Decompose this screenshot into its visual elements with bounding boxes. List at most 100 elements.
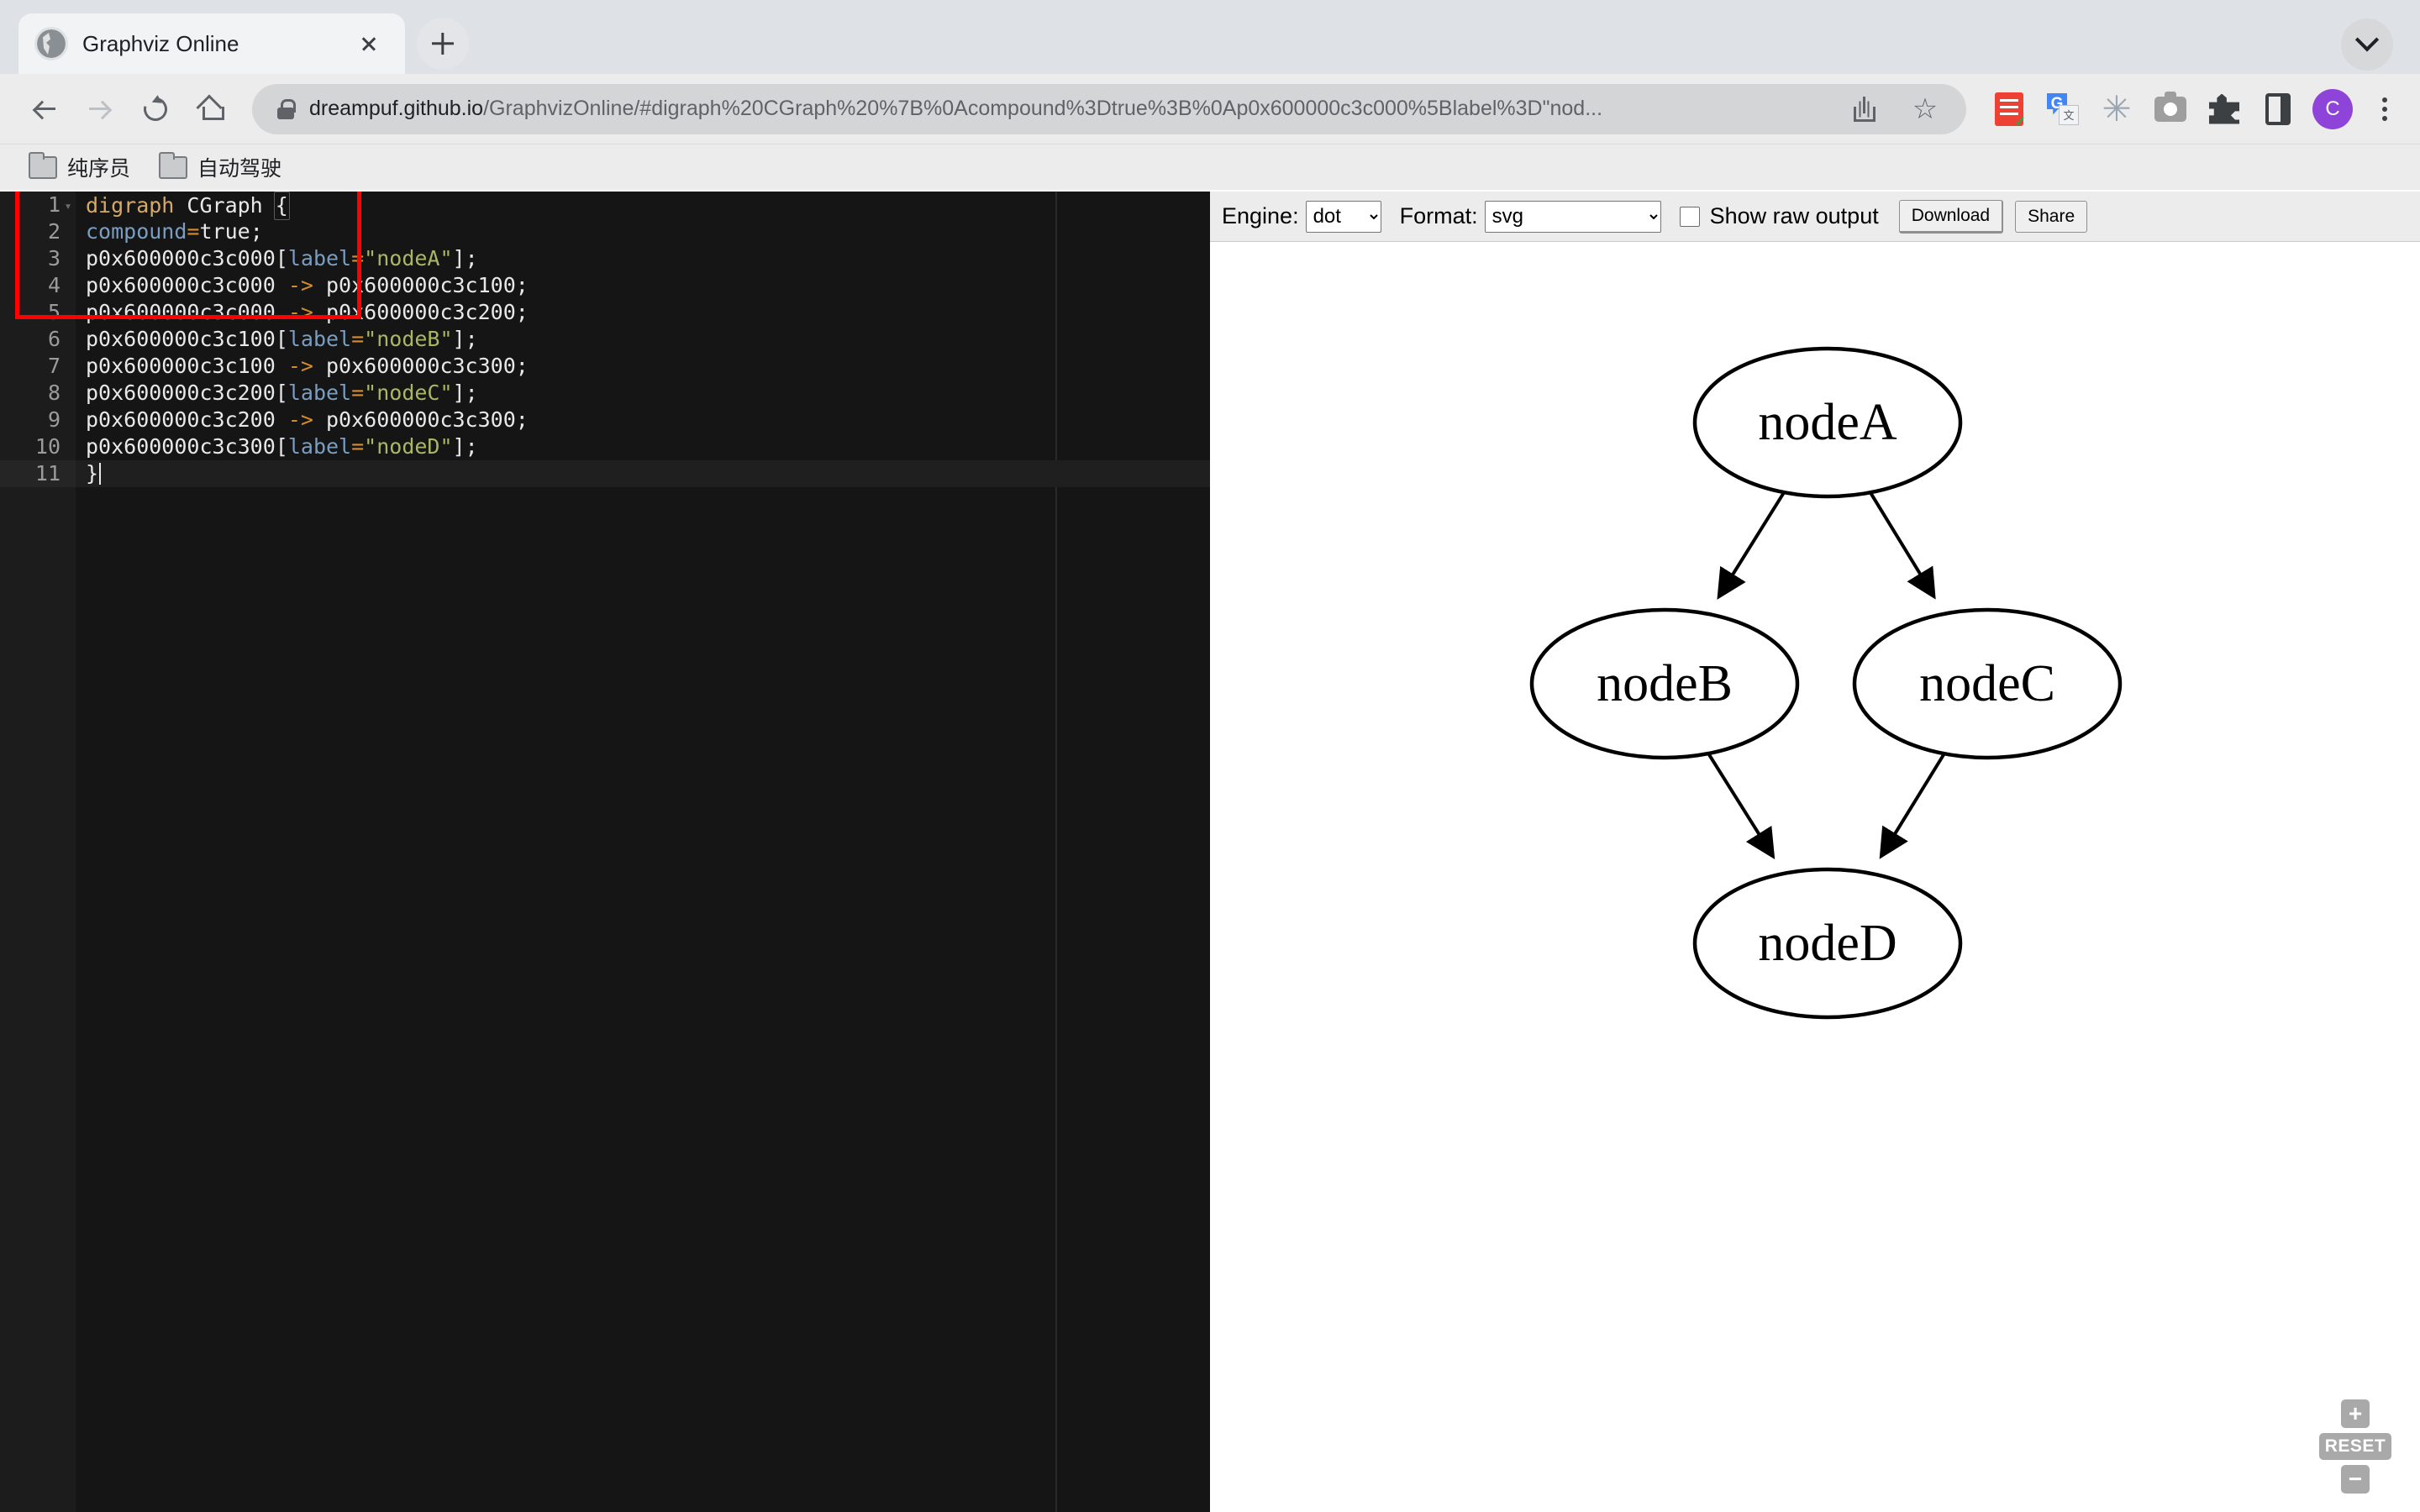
- node-label: nodeD: [1758, 915, 1897, 972]
- code-token: p0x600000c3c300;: [325, 354, 529, 378]
- browser-tab[interactable]: Graphviz Online: [18, 13, 405, 74]
- url-text: dreampuf.github.io/GraphvizOnline/#digra…: [309, 97, 1839, 121]
- code-token: p0x600000c3c200: [86, 381, 276, 405]
- code-text: p0x600000c3c200[label="nodeC"];: [76, 380, 478, 407]
- code-token: p0x600000c3c000: [86, 273, 288, 297]
- url-path: /GraphvizOnline/#digraph%20CGraph%20%7B%…: [483, 97, 1603, 120]
- code-line[interactable]: 5 p0x600000c3c000 -> p0x600000c3c200;: [0, 299, 1210, 326]
- code-token: =: [351, 434, 365, 459]
- graph-edge: [1717, 491, 1786, 600]
- format-select[interactable]: svg: [1484, 200, 1661, 233]
- code-text: digraph CGraph {: [76, 192, 290, 220]
- code-token: label: [287, 246, 352, 270]
- format-label: Format:: [1399, 203, 1478, 228]
- kebab-menu-icon[interactable]: [2368, 90, 2402, 129]
- code-line[interactable]: 11}: [0, 460, 1210, 487]
- graph-node[interactable]: nodeD: [1692, 867, 1963, 1020]
- code-line[interactable]: 10 p0x600000c3c300[label="nodeD"];: [0, 433, 1210, 460]
- bookmark-folder-1[interactable]: 自动驾驶: [149, 149, 292, 186]
- bookmark-folder-0[interactable]: 纯序员: [18, 149, 140, 186]
- node-label: nodeB: [1597, 655, 1733, 712]
- code-text: p0x600000c3c000[label="nodeA"];: [76, 245, 478, 272]
- code-token: p0x600000c3c000: [86, 300, 288, 324]
- chevron-down-icon[interactable]: [2341, 18, 2393, 71]
- fold-toggle-icon[interactable]: ▾: [60, 192, 76, 218]
- code-token: label: [287, 381, 352, 405]
- code-token: }: [86, 461, 99, 486]
- extension-icons: ✳ C: [1990, 88, 2402, 129]
- text-cursor: [99, 463, 102, 485]
- code-token: p0x600000c3c300: [86, 434, 276, 459]
- line-number: 5: [47, 300, 60, 324]
- code-token: digraph: [86, 193, 187, 218]
- puzzle-extensions-icon[interactable]: [2205, 90, 2244, 129]
- code-token: =: [351, 381, 365, 405]
- close-icon[interactable]: [351, 26, 387, 61]
- engine-label: Engine:: [1222, 203, 1299, 228]
- download-button[interactable]: Download: [1898, 199, 2004, 234]
- line-number: 3: [47, 246, 60, 270]
- code-line[interactable]: 3 p0x600000c3c000[label="nodeA"];: [0, 245, 1210, 272]
- share-button[interactable]: Share: [2015, 200, 2088, 233]
- show-raw-output-label: Show raw output: [1709, 203, 1879, 228]
- graph-node[interactable]: nodeB: [1529, 607, 1800, 760]
- code-token: ->: [287, 300, 326, 324]
- code-token: p0x600000c3c100;: [325, 273, 529, 297]
- code-token: [: [275, 381, 288, 405]
- dot-code-editor[interactable]: 1 ▾ digraph CGraph {2 compound=true; 3 p0x600…: [0, 192, 1210, 1512]
- home-button[interactable]: [185, 83, 237, 135]
- google-translate-icon[interactable]: [2044, 90, 2082, 129]
- code-text: p0x600000c3c000 -> p0x600000c3c200;: [76, 299, 529, 326]
- code-token: p0x600000c3c000: [86, 246, 276, 270]
- code-token: p0x600000c3c200: [86, 407, 288, 432]
- engine-select[interactable]: dot: [1305, 200, 1381, 233]
- address-bar[interactable]: dreampuf.github.io/GraphvizOnline/#digra…: [252, 83, 1966, 135]
- code-line[interactable]: 7 p0x600000c3c100 -> p0x600000c3c300;: [0, 353, 1210, 380]
- graph-canvas[interactable]: nodeA nodeB nodeC nodeD + RESET −: [1210, 242, 2420, 1512]
- graph-node[interactable]: nodeA: [1692, 346, 1963, 499]
- code-token: ->: [287, 407, 326, 432]
- star-icon: ☆: [1912, 92, 1939, 125]
- share-button[interactable]: [1839, 83, 1891, 135]
- code-token: p0x600000c3c100: [86, 327, 276, 351]
- editor-code[interactable]: 1 ▾ digraph CGraph {2 compound=true; 3 p0x600…: [0, 192, 1210, 1512]
- zoom-in-button[interactable]: +: [2341, 1399, 2370, 1428]
- code-token: [: [275, 246, 288, 270]
- back-button[interactable]: [18, 83, 71, 135]
- screenshot-camera-icon[interactable]: [2151, 90, 2190, 129]
- show-raw-output-checkbox[interactable]: [1679, 206, 1700, 227]
- graph-edge: [1879, 753, 1946, 859]
- code-token: "nodeA": [364, 246, 453, 270]
- zoom-out-button[interactable]: −: [2341, 1465, 2370, 1494]
- code-line[interactable]: 2 compound=true;: [0, 218, 1210, 245]
- new-tab-button[interactable]: [417, 18, 469, 70]
- line-number: 10: [34, 434, 60, 459]
- bookmark-button[interactable]: ☆: [1899, 83, 1951, 135]
- code-line[interactable]: 6 p0x600000c3c100[label="nodeB"];: [0, 326, 1210, 353]
- code-token: "nodeB": [364, 327, 453, 351]
- code-token: =: [187, 219, 200, 244]
- bookmark-label: 纯序员: [67, 156, 131, 181]
- forward-button[interactable]: [74, 83, 126, 135]
- notes-extension-icon[interactable]: [1990, 90, 2028, 129]
- zoom-controls: + RESET −: [2319, 1399, 2391, 1494]
- line-number: 7: [47, 354, 60, 378]
- zoom-reset-button[interactable]: RESET: [2319, 1433, 2391, 1460]
- reload-button[interactable]: [129, 83, 182, 135]
- navigation-toolbar: dreampuf.github.io/GraphvizOnline/#digra…: [0, 74, 2420, 144]
- side-panel-icon[interactable]: [2259, 90, 2297, 129]
- code-text: p0x600000c3c300[label="nodeD"];: [76, 433, 478, 460]
- code-token: label: [287, 327, 352, 351]
- code-line[interactable]: 4 p0x600000c3c000 -> p0x600000c3c100;: [0, 272, 1210, 299]
- code-line[interactable]: 9 p0x600000c3c200 -> p0x600000c3c300;: [0, 407, 1210, 433]
- code-line[interactable]: 8 p0x600000c3c200[label="nodeC"];: [0, 380, 1210, 407]
- asterisk-extension-icon[interactable]: ✳: [2097, 90, 2136, 129]
- avatar[interactable]: C: [2312, 88, 2353, 129]
- graph-node[interactable]: nodeC: [1852, 607, 2123, 760]
- code-line[interactable]: 1 ▾ digraph CGraph {: [0, 192, 1210, 220]
- code-text: }: [76, 460, 102, 487]
